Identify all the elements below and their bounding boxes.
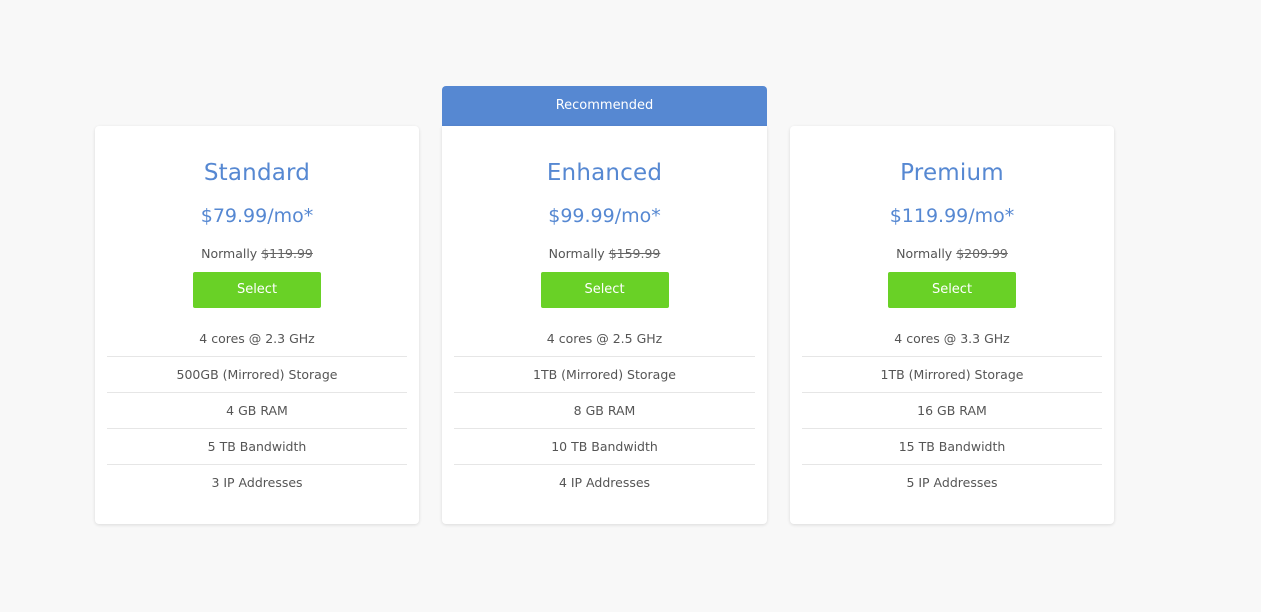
feature-ram: 8 GB RAM [454,393,755,429]
plan-name: Enhanced [546,160,663,186]
plan-card-premium: Premium $119.99/mo* Normally $209.99 Sel… [790,126,1114,524]
feature-list: 4 cores @ 2.5 GHz 1TB (Mirrored) Storage… [454,321,755,501]
feature-ram: 16 GB RAM [802,393,1102,429]
plan-normal-price: Normally $209.99 [790,246,1114,261]
plan-normal-price: Normally $159.99 [442,246,767,261]
feature-cpu: 4 cores @ 3.3 GHz [802,321,1102,357]
normally-label: Normally [896,246,953,261]
feature-storage: 500GB (Mirrored) Storage [107,357,407,393]
plan-price: $99.99/mo* [548,205,661,227]
feature-bandwidth: 5 TB Bandwidth [107,429,407,465]
select-standard-button[interactable]: Select [193,272,321,308]
old-price: $119.99 [261,246,313,261]
feature-ip: 3 IP Addresses [211,475,303,490]
feature-cpu: 4 cores @ 2.5 GHz [454,321,755,357]
plan-price: $119.99/mo* [889,205,1015,227]
feature-bandwidth: 15 TB Bandwidth [802,429,1102,465]
feature-list: 4 cores @ 2.3 GHz 500GB (Mirrored) Stora… [107,321,407,501]
old-price: $159.99 [608,246,661,261]
select-enhanced-button[interactable]: Select [540,272,669,308]
feature-cpu: 4 cores @ 2.3 GHz [107,321,407,357]
normally-label: Normally [201,246,258,261]
select-premium-button[interactable]: Select [888,272,1016,308]
normally-label: Normally [548,246,605,261]
feature-storage: 1TB (Mirrored) Storage [802,357,1102,393]
plan-name: Standard [203,160,311,186]
plan-card-enhanced: Enhanced $99.99/mo* Normally $159.99 Sel… [442,126,767,524]
plan-card-standard: Standard $79.99/mo* Normally $119.99 Sel… [95,126,419,524]
feature-list: 4 cores @ 3.3 GHz 1TB (Mirrored) Storage… [802,321,1102,501]
feature-ram: 4 GB RAM [107,393,407,429]
pricing-page: Recommended Standard $79.99/mo* Normally… [0,0,1261,612]
recommended-badge: Recommended [442,86,767,126]
plan-name: Premium [900,160,1004,186]
plan-normal-price: Normally $119.99 [95,246,419,261]
old-price: $209.99 [956,246,1008,261]
plan-price: $79.99/mo* [200,205,314,227]
feature-ip: 5 IP Addresses [906,475,998,490]
feature-storage: 1TB (Mirrored) Storage [454,357,755,393]
feature-ip: 4 IP Addresses [558,475,651,490]
feature-bandwidth: 10 TB Bandwidth [454,429,755,465]
